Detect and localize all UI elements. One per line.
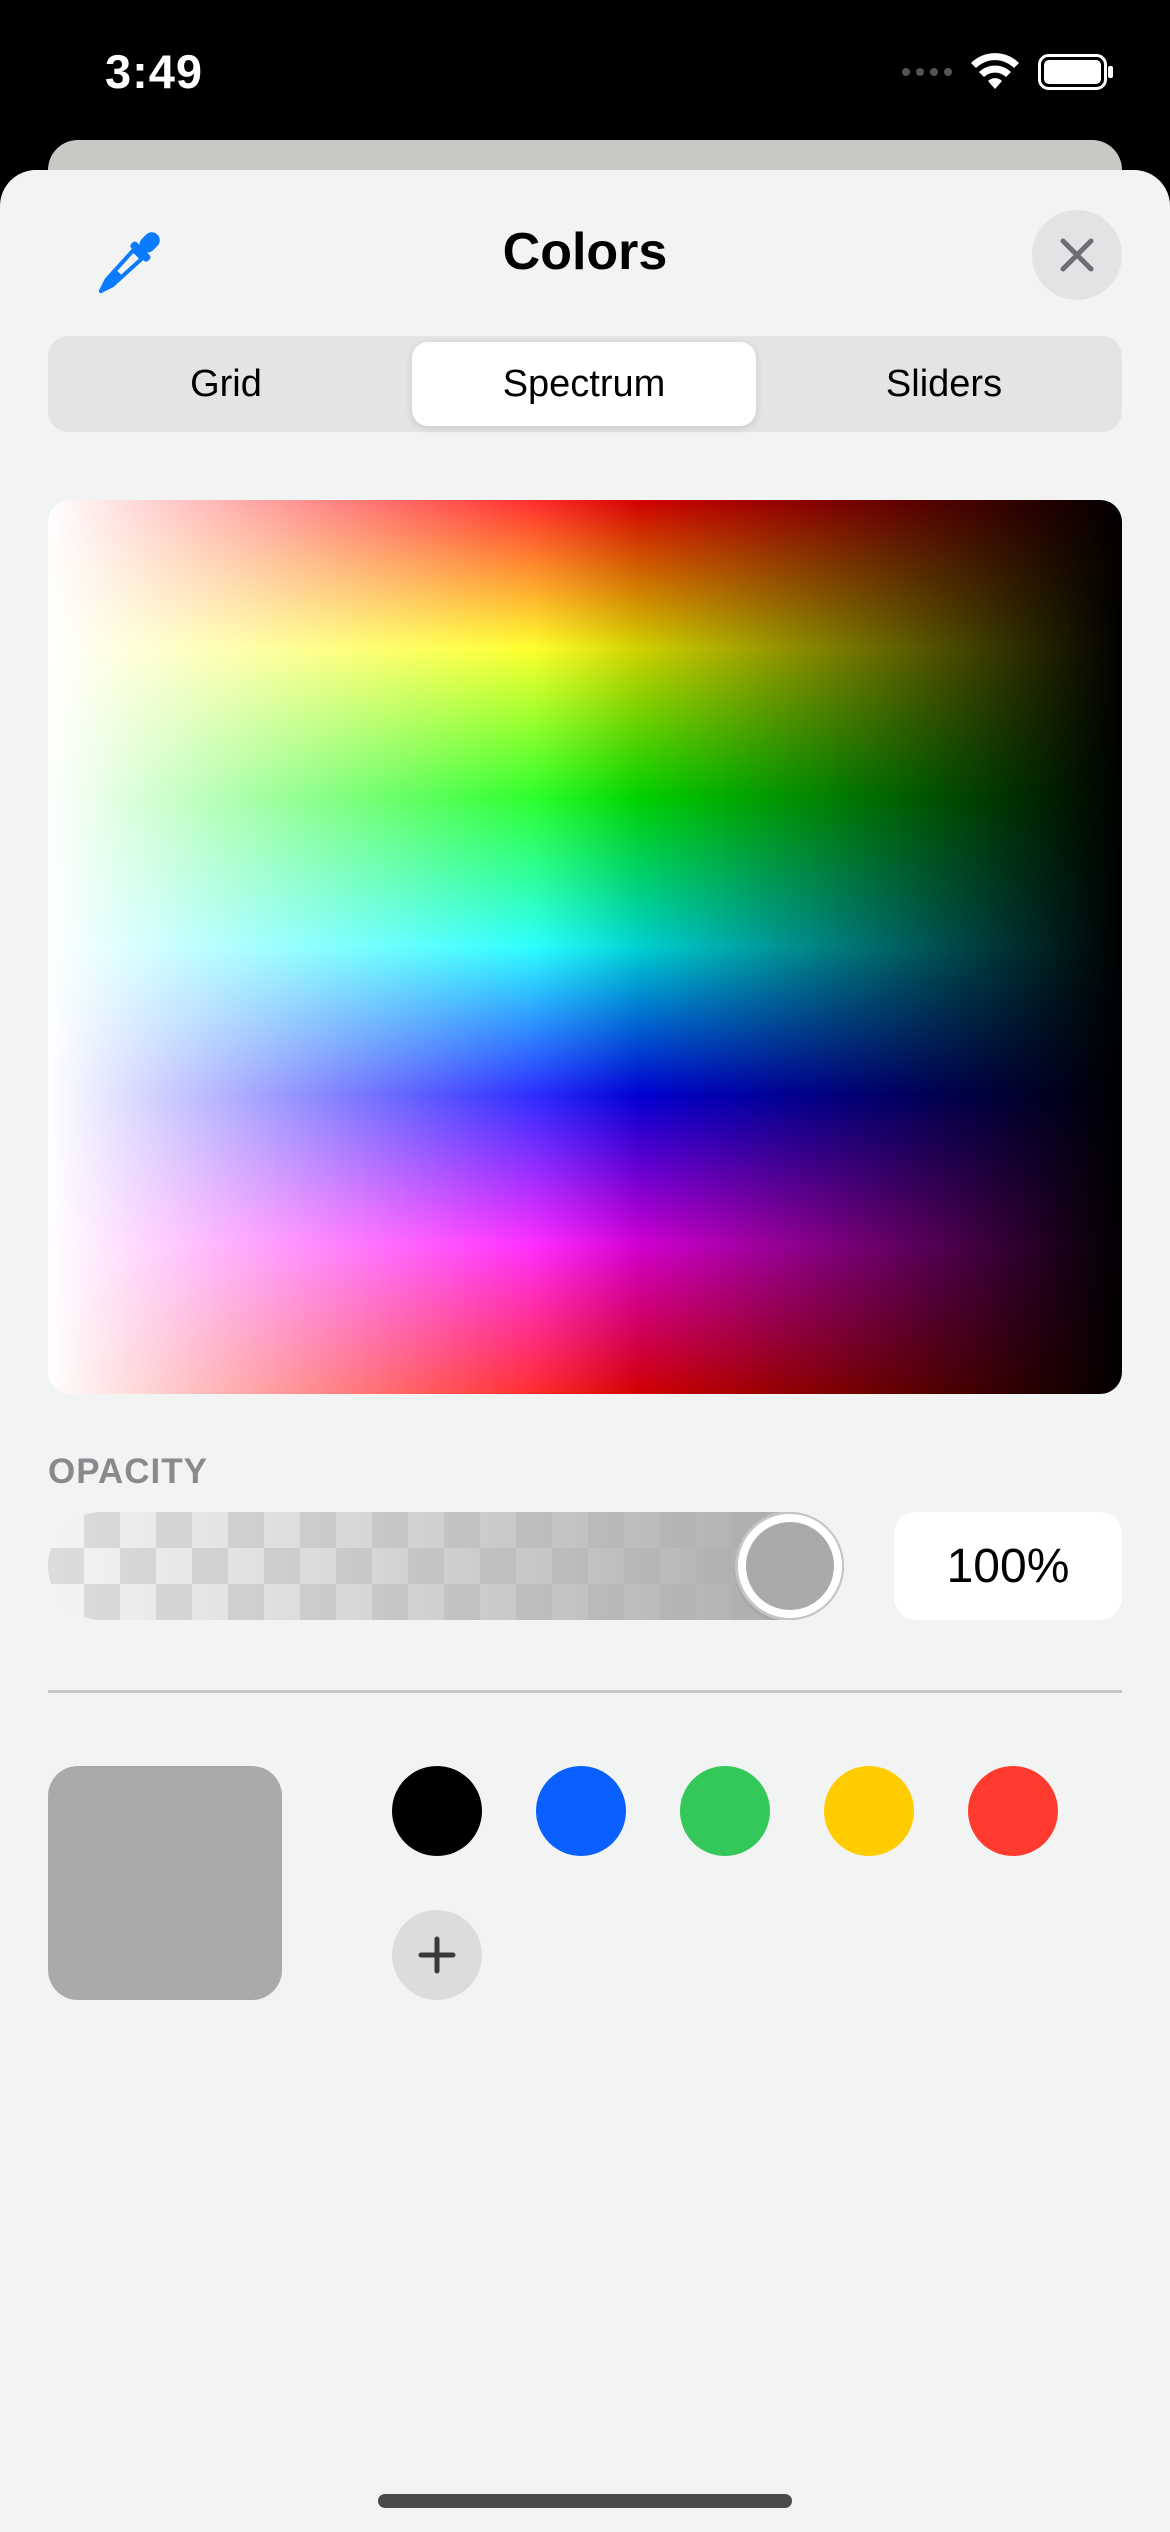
status-bar: 3:49 bbox=[0, 0, 1170, 150]
opacity-value-field[interactable]: 100% bbox=[894, 1512, 1122, 1620]
tab-spectrum[interactable]: Spectrum bbox=[412, 342, 756, 426]
swatch-green[interactable] bbox=[680, 1766, 770, 1856]
wifi-icon bbox=[971, 53, 1019, 89]
swatch-red[interactable] bbox=[968, 1766, 1058, 1856]
swatch-yellow[interactable] bbox=[824, 1766, 914, 1856]
sheet-title: Colors bbox=[502, 223, 668, 281]
tab-grid[interactable]: Grid bbox=[54, 342, 398, 426]
opacity-slider[interactable] bbox=[48, 1512, 844, 1620]
opacity-gradient bbox=[48, 1512, 844, 1620]
opacity-label: OPACITY bbox=[48, 1452, 208, 1491]
swatch-blue[interactable] bbox=[536, 1766, 626, 1856]
status-time: 3:49 bbox=[105, 45, 204, 98]
opacity-slider-thumb[interactable] bbox=[738, 1514, 842, 1618]
plus-icon bbox=[418, 1936, 456, 1974]
colors-sheet: Colors Grid Spectrum Sliders OPACITY 100… bbox=[0, 170, 1170, 2532]
tab-sliders[interactable]: Sliders bbox=[772, 342, 1116, 426]
add-swatch-button[interactable] bbox=[392, 1910, 482, 2000]
swatch-black[interactable] bbox=[392, 1766, 482, 1856]
color-spectrum[interactable] bbox=[48, 500, 1122, 1394]
close-button[interactable] bbox=[1032, 210, 1122, 300]
cellular-signal-icon bbox=[902, 68, 952, 76]
divider bbox=[48, 1690, 1122, 1693]
battery-icon bbox=[1038, 54, 1113, 90]
close-icon bbox=[1060, 238, 1094, 272]
tab-control: Grid Spectrum Sliders bbox=[48, 336, 1122, 432]
current-color-preview bbox=[48, 1766, 282, 2000]
status-icons bbox=[902, 52, 1114, 92]
home-indicator bbox=[378, 2494, 792, 2508]
